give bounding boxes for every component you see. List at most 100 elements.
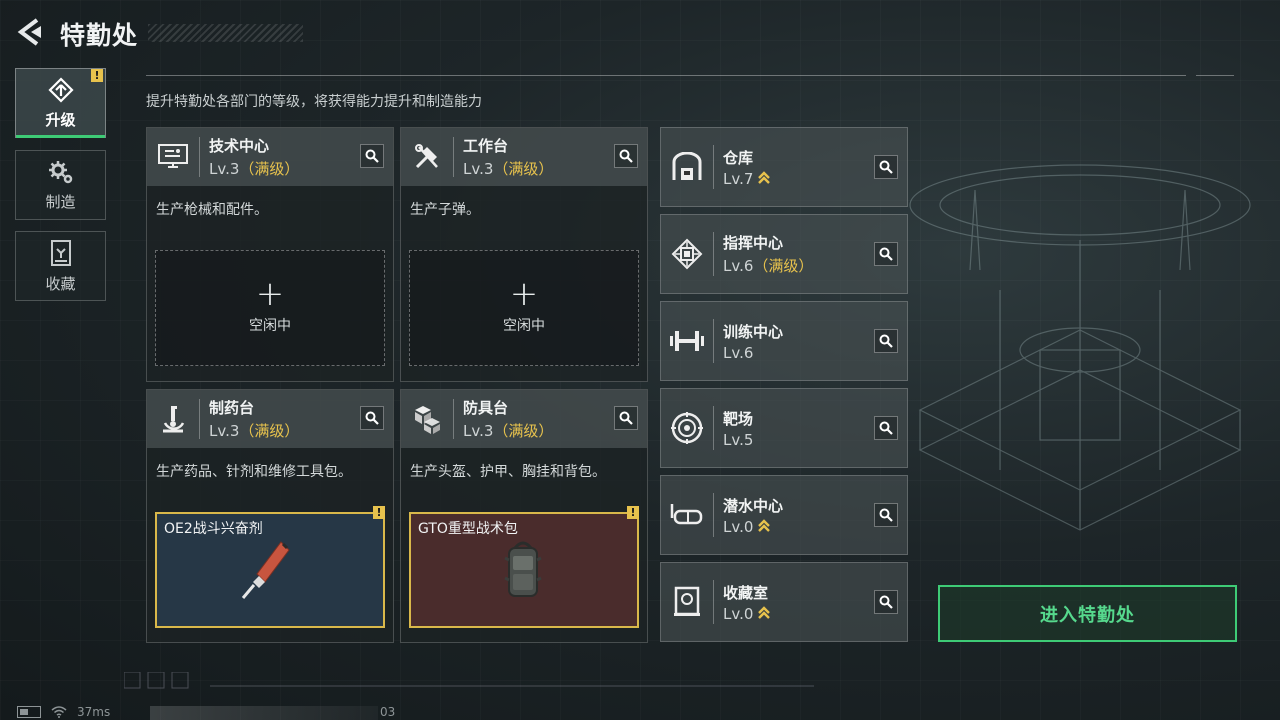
search-icon <box>879 421 893 435</box>
inspect-button[interactable] <box>360 144 384 168</box>
alert-badge: ! <box>373 506 385 519</box>
header-divider <box>713 145 714 189</box>
max-level-tag: （满级） <box>239 422 300 440</box>
alert-badge: ! <box>627 506 639 519</box>
department-name: 防具台 <box>463 399 509 417</box>
inspect-button[interactable] <box>614 144 638 168</box>
inspect-button[interactable] <box>874 155 898 179</box>
search-icon <box>619 149 633 163</box>
search-icon <box>879 334 893 348</box>
back-button[interactable] <box>14 16 46 48</box>
card-header: 技术中心 Lv.3（满级） <box>147 128 393 186</box>
enter-special-ops-button[interactable]: 进入特勤处 <box>938 585 1237 642</box>
title-decoration <box>148 24 303 42</box>
slot-status: 空闲中 <box>503 318 545 334</box>
collection-room-icon <box>661 562 713 642</box>
inspect-button[interactable] <box>874 329 898 353</box>
tab-upgrade[interactable]: 升级 ! <box>15 68 106 138</box>
facility-card-training-center[interactable]: 训练中心 Lv.6 <box>660 301 908 381</box>
department-description: 生产药品、针剂和维修工具包。 <box>156 464 352 480</box>
facility-card-dive-center[interactable]: 潜水中心 Lv.0 <box>660 475 908 555</box>
department-description: 生产子弹。 <box>410 202 480 218</box>
search-icon <box>879 595 893 609</box>
stimulant-injector-icon <box>241 541 290 599</box>
facility-name: 仓库 <box>723 148 754 167</box>
tab-craft[interactable]: 制造 <box>15 150 106 220</box>
header-divider <box>453 137 454 177</box>
slot-status: 空闲中 <box>249 318 291 334</box>
facility-name: 收藏室 <box>723 583 769 602</box>
tactical-backpack-icon <box>504 541 542 597</box>
max-level-tag: （满级） <box>493 160 554 178</box>
search-icon <box>365 411 379 425</box>
card-header: 制药台 Lv.3（满级） <box>147 390 393 448</box>
gears-icon <box>48 160 72 183</box>
facility-level: Lv.6 <box>723 257 754 275</box>
uid-suffix: 03 <box>380 705 396 719</box>
facility-level: Lv.7 <box>723 169 754 188</box>
plus-icon: + <box>255 274 285 314</box>
department-name: 技术中心 <box>209 137 270 155</box>
upgrade-icon <box>47 76 74 103</box>
header-divider-end <box>1196 75 1234 76</box>
back-arrow-icon <box>17 18 41 46</box>
page-title: 特勤处 <box>60 21 139 50</box>
inspect-button[interactable] <box>874 590 898 614</box>
inspect-button[interactable] <box>874 503 898 527</box>
production-slot-item[interactable]: OE2战斗兴奋剂 ! <box>155 506 385 628</box>
department-description: 生产头盔、护甲、胸挂和背包。 <box>410 464 606 480</box>
dive-mask-icon <box>661 475 713 555</box>
facility-card-command-center[interactable]: 指挥中心 Lv.6（满级） <box>660 214 908 294</box>
item-name: OE2战斗兴奋剂 <box>164 521 263 537</box>
facility-name: 指挥中心 <box>723 234 784 252</box>
command-center-icon <box>661 214 713 294</box>
bottom-decoration <box>124 672 814 689</box>
facility-level: Lv.5 <box>723 430 754 449</box>
facility-level: Lv.0 <box>723 604 754 623</box>
header-divider <box>453 399 454 439</box>
upgrade-available-icon <box>758 171 771 184</box>
production-slot-empty[interactable]: + 空闲中 <box>155 250 385 366</box>
production-slot-empty[interactable]: + 空闲中 <box>409 250 639 366</box>
item-name: GTO重型战术包 <box>418 521 518 537</box>
header-divider <box>146 75 1186 76</box>
wifi-icon <box>51 706 67 718</box>
header-divider <box>713 232 714 276</box>
department-description: 生产枪械和配件。 <box>156 202 268 218</box>
enter-button-label: 进入特勤处 <box>1040 604 1135 626</box>
department-level: Lv.3 <box>209 160 240 178</box>
facility-name: 潜水中心 <box>723 496 784 515</box>
header-divider <box>199 399 200 439</box>
facility-name: 靶场 <box>723 409 754 428</box>
uid-mask <box>150 706 378 720</box>
inspect-button[interactable] <box>874 416 898 440</box>
training-icon <box>661 301 713 381</box>
tab-craft-label: 制造 <box>45 192 76 211</box>
tab-collection-label: 收藏 <box>45 274 76 293</box>
header-divider <box>713 319 714 363</box>
production-slot-item[interactable]: GTO重型战术包 ! <box>409 506 639 628</box>
tab-collection[interactable]: 收藏 <box>15 231 106 301</box>
facility-level: Lv.6 <box>723 343 754 362</box>
department-card-tech-center: 技术中心 Lv.3（满级） 生产枪械和配件。 + 空闲中 <box>146 127 394 382</box>
plus-icon: + <box>509 274 539 314</box>
search-icon <box>879 508 893 522</box>
card-header: 工作台 Lv.3（满级） <box>401 128 647 186</box>
facility-card-target-range[interactable]: 靶场 Lv.5 <box>660 388 908 468</box>
facility-card-collection-room[interactable]: 收藏室 Lv.0 <box>660 562 908 642</box>
collection-icon <box>50 239 71 266</box>
inspect-button[interactable] <box>360 406 384 430</box>
target-range-icon <box>661 388 713 468</box>
search-icon <box>879 160 893 174</box>
department-name: 制药台 <box>209 399 255 417</box>
department-name: 工作台 <box>463 137 509 155</box>
inspect-button[interactable] <box>614 406 638 430</box>
alert-badge: ! <box>91 69 103 82</box>
inspect-button[interactable] <box>874 242 898 266</box>
page-subtitle: 提升特勤处各部门的等级，将获得能力提升和制造能力 <box>146 94 482 110</box>
facility-level: Lv.0 <box>723 517 754 536</box>
max-level-tag: （满级） <box>493 422 554 440</box>
armor-bench-icon <box>401 390 453 448</box>
card-header: 防具台 Lv.3（满级） <box>401 390 647 448</box>
facility-card-warehouse[interactable]: 仓库 Lv.7 <box>660 127 908 207</box>
